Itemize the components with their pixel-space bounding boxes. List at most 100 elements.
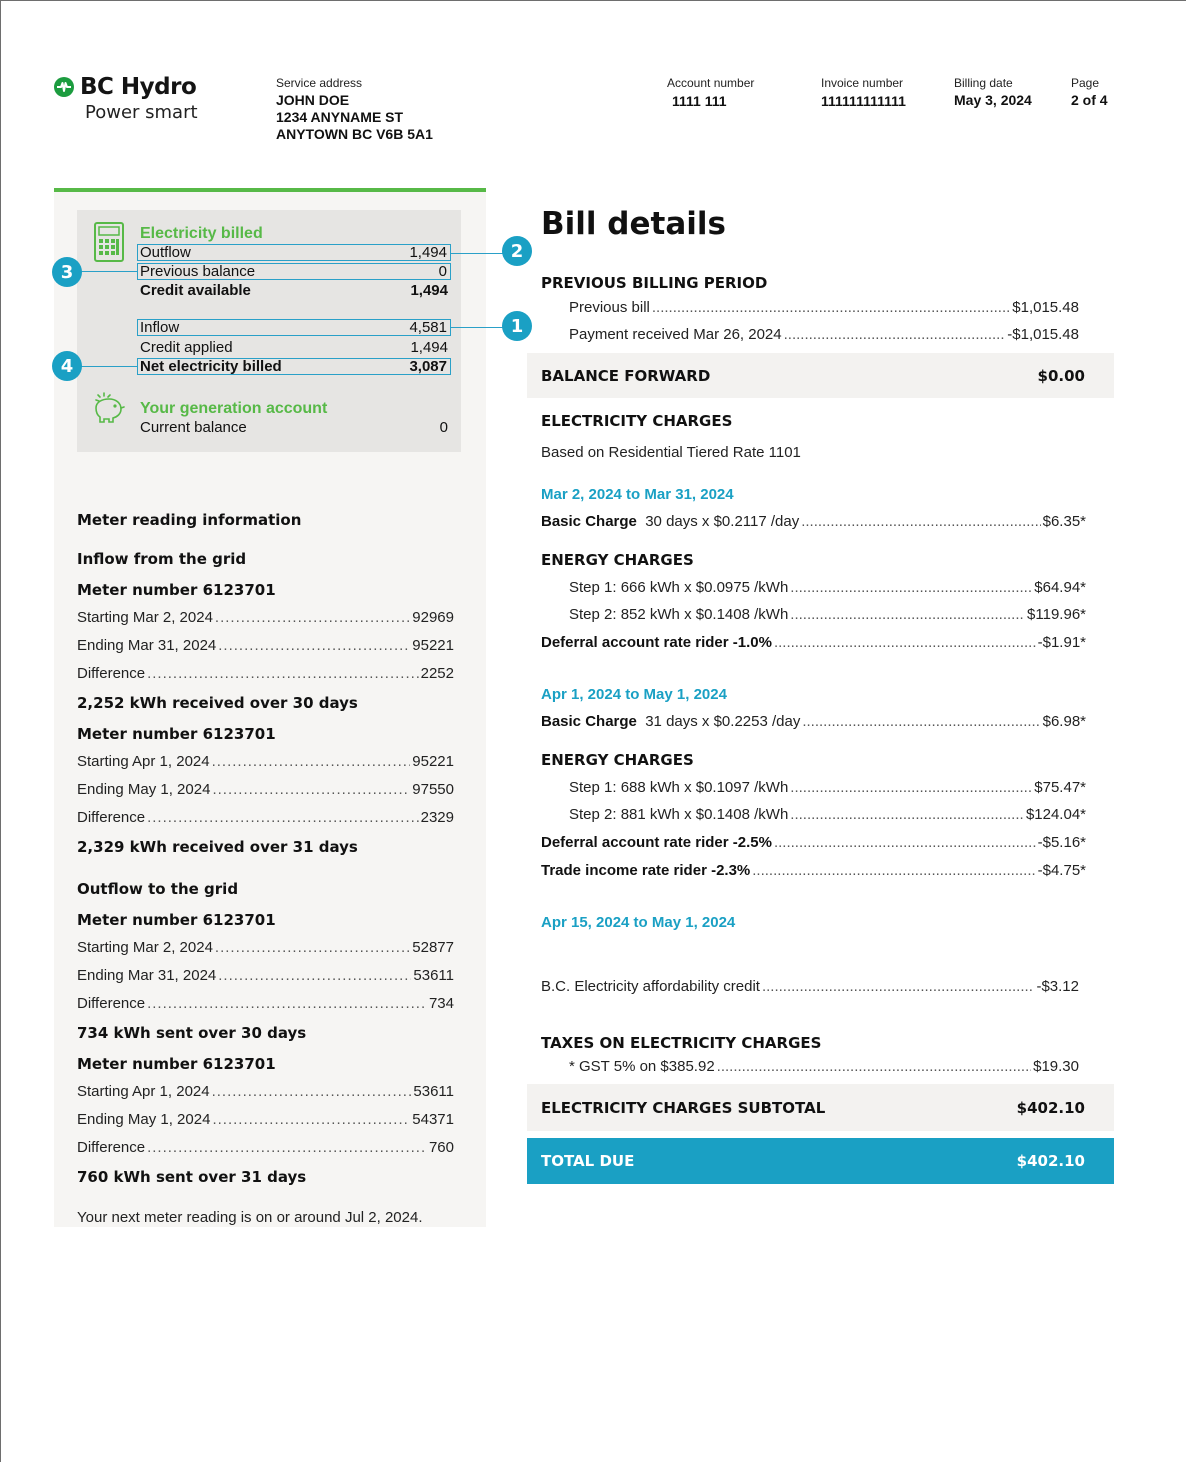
- account-number: 1111 111: [672, 93, 727, 109]
- billing-date: May 3, 2024: [954, 92, 1032, 108]
- taxes-heading: TAXES ON ELECTRICITY CHARGES: [541, 1034, 822, 1052]
- summary-value: 3,087: [409, 358, 447, 375]
- deferral-rider-line: Deferral account rate rider -2.5% -$5.16*: [541, 834, 1086, 851]
- account-number-label: Account number: [667, 76, 755, 90]
- callout-badge-2: 2: [502, 236, 532, 266]
- basic-charge-label: Basic Charge: [541, 513, 637, 530]
- previous-period-heading: PREVIOUS BILLING PERIOD: [541, 274, 768, 292]
- line-value: $75.47*: [1034, 779, 1086, 796]
- summary-value: 0: [438, 263, 447, 280]
- summary-row-current-balance: Current balance 0: [140, 419, 448, 436]
- line-label: Step 2: 852 kWh x $0.1408 /kWh: [569, 606, 789, 623]
- meter-row: Difference 2329: [77, 809, 454, 826]
- payment-received-line: Payment received Mar 26, 2024 -$1,015.48: [569, 326, 1079, 343]
- summary-label: Credit applied: [140, 339, 233, 356]
- meter-row-value: 2329: [420, 809, 454, 826]
- period-range-2: Apr 1, 2024 to May 1, 2024: [541, 686, 727, 703]
- meter-row-value: 95221: [412, 753, 454, 770]
- brand-tagline: Power smart: [85, 102, 198, 123]
- rate-note: Based on Residential Tiered Rate 1101: [541, 444, 801, 461]
- energy-charges-heading: ENERGY CHARGES: [541, 751, 694, 769]
- deferral-rider-line: Deferral account rate rider -1.0% -$1.91*: [541, 634, 1086, 651]
- summary-value: 4,581: [409, 319, 447, 336]
- line-value: -$3.12: [1036, 978, 1079, 995]
- billing-date-label: Billing date: [954, 76, 1013, 90]
- meter-row-label: Ending May 1, 2024: [77, 781, 211, 798]
- inflow-title: Inflow from the grid: [77, 550, 247, 568]
- meter-row-value: 760: [428, 1139, 454, 1156]
- meter-row-value: 95221: [412, 637, 454, 654]
- summary-row-credit-available: Credit available 1,494: [140, 282, 448, 299]
- summary-value: 1,494: [410, 282, 448, 299]
- energy-step-line: Step 2: 852 kWh x $0.1408 /kWh $119.96*: [569, 606, 1086, 623]
- line-value: $64.94*: [1034, 579, 1086, 596]
- line-label: Step 1: 688 kWh x $0.1097 /kWh: [569, 779, 789, 796]
- meter-row-value: 92969: [412, 609, 454, 626]
- address-line: ANYTOWN BC V6B 5A1: [276, 126, 433, 142]
- callout-badge-3: 3: [52, 257, 82, 287]
- meter-row-label: Ending Mar 31, 2024: [77, 967, 217, 984]
- line-value: $6.35*: [1042, 513, 1086, 530]
- meter-row: Ending May 1, 2024 54371: [77, 1111, 454, 1128]
- callout-badge-4: 4: [52, 351, 82, 381]
- meter-row-label: Difference: [77, 1139, 146, 1156]
- basic-charge-detail: 31 days x $0.2253 /day: [645, 713, 801, 730]
- service-address: JOHN DOE 1234 ANYNAME ST ANYTOWN BC V6B …: [276, 92, 433, 143]
- page-number: 2 of 4: [1071, 92, 1108, 108]
- energy-step-line: Step 1: 688 kWh x $0.1097 /kWh $75.47*: [569, 779, 1086, 796]
- summary-label: Outflow: [140, 244, 191, 261]
- line-label: B.C. Electricity affordability credit: [541, 978, 760, 995]
- line-value: $119.96*: [1027, 606, 1086, 623]
- basic-charge-line: Basic Charge 31 days x $0.2253 /day $6.98…: [541, 713, 1086, 730]
- meter-row: Starting Mar 2, 2024 52877: [77, 939, 454, 956]
- energy-step-line: Step 2: 881 kWh x $0.1408 /kWh $124.04*: [569, 806, 1086, 823]
- callout-badge-1: 1: [502, 311, 532, 341]
- generation-account-title: Your generation account: [140, 400, 328, 417]
- summary-label: Net electricity billed: [140, 358, 282, 375]
- address-line: 1234 ANYNAME ST: [276, 109, 404, 125]
- meter-row-label: Starting Apr 1, 2024: [77, 1083, 210, 1100]
- page-label: Page: [1071, 76, 1100, 90]
- summary-row-inflow: Inflow 4,581: [137, 319, 451, 336]
- line-label: Deferral account rate rider -1.0%: [541, 634, 772, 651]
- line-label: Step 2: 881 kWh x $0.1408 /kWh: [569, 806, 789, 823]
- meter-row-label: Ending May 1, 2024: [77, 1111, 211, 1128]
- address-line: JOHN DOE: [276, 92, 350, 108]
- bill-details-title: Bill details: [541, 206, 726, 242]
- meter-number: Meter number 6123701: [77, 725, 276, 743]
- line-label: Trade income rate rider -2.3%: [541, 862, 751, 879]
- meter-reading-title: Meter reading information: [77, 511, 302, 529]
- subtotal-band: ELECTRICITY CHARGES SUBTOTAL $402.10: [527, 1084, 1114, 1131]
- subtotal-value: $402.10: [1016, 1098, 1085, 1117]
- meter-row-label: Difference: [77, 995, 146, 1012]
- basic-charge-detail: 30 days x $0.2117 /day: [645, 513, 800, 530]
- meter-row-value: 52877: [412, 939, 454, 956]
- bc-hydro-logo: BC Hydro Power smart: [54, 74, 198, 123]
- meter-row: Difference 2252: [77, 665, 454, 682]
- electricity-charges-heading: ELECTRICITY CHARGES: [541, 412, 733, 430]
- invoice-number-label: Invoice number: [821, 76, 904, 90]
- meter-row-value: 734: [428, 995, 454, 1012]
- line-value: $124.04*: [1025, 806, 1086, 823]
- next-reading-note: Your next meter reading is on or around …: [77, 1209, 423, 1226]
- electricity-billed-title: Electricity billed: [140, 225, 263, 242]
- calculator-icon: [94, 222, 124, 262]
- line-label: Step 1: 666 kWh x $0.0975 /kWh: [569, 579, 789, 596]
- meter-summary: 734 kWh sent over 30 days: [77, 1024, 307, 1042]
- period-range-3: Apr 15, 2024 to May 1, 2024: [541, 914, 736, 931]
- summary-value: 1,494: [410, 339, 448, 356]
- affordability-credit-line: B.C. Electricity affordability credit -$3…: [541, 978, 1079, 995]
- meter-row-label: Difference: [77, 809, 146, 826]
- meter-row-value: 53611: [413, 967, 454, 984]
- basic-charge-label: Basic Charge: [541, 713, 637, 730]
- balance-forward-label: BALANCE FORWARD: [541, 366, 711, 385]
- meter-row-label: Ending Mar 31, 2024: [77, 637, 217, 654]
- line-value: $6.98*: [1042, 713, 1086, 730]
- energy-step-line: Step 1: 666 kWh x $0.0975 /kWh $64.94*: [569, 579, 1086, 596]
- meter-row-value: 97550: [412, 781, 454, 798]
- outflow-title: Outflow to the grid: [77, 880, 239, 898]
- summary-label: Inflow: [140, 319, 180, 336]
- balance-forward-band: BALANCE FORWARD $0.00: [527, 353, 1114, 398]
- meter-row: Starting Apr 1, 2024 53611: [77, 1083, 454, 1100]
- summary-value: 0: [439, 419, 448, 436]
